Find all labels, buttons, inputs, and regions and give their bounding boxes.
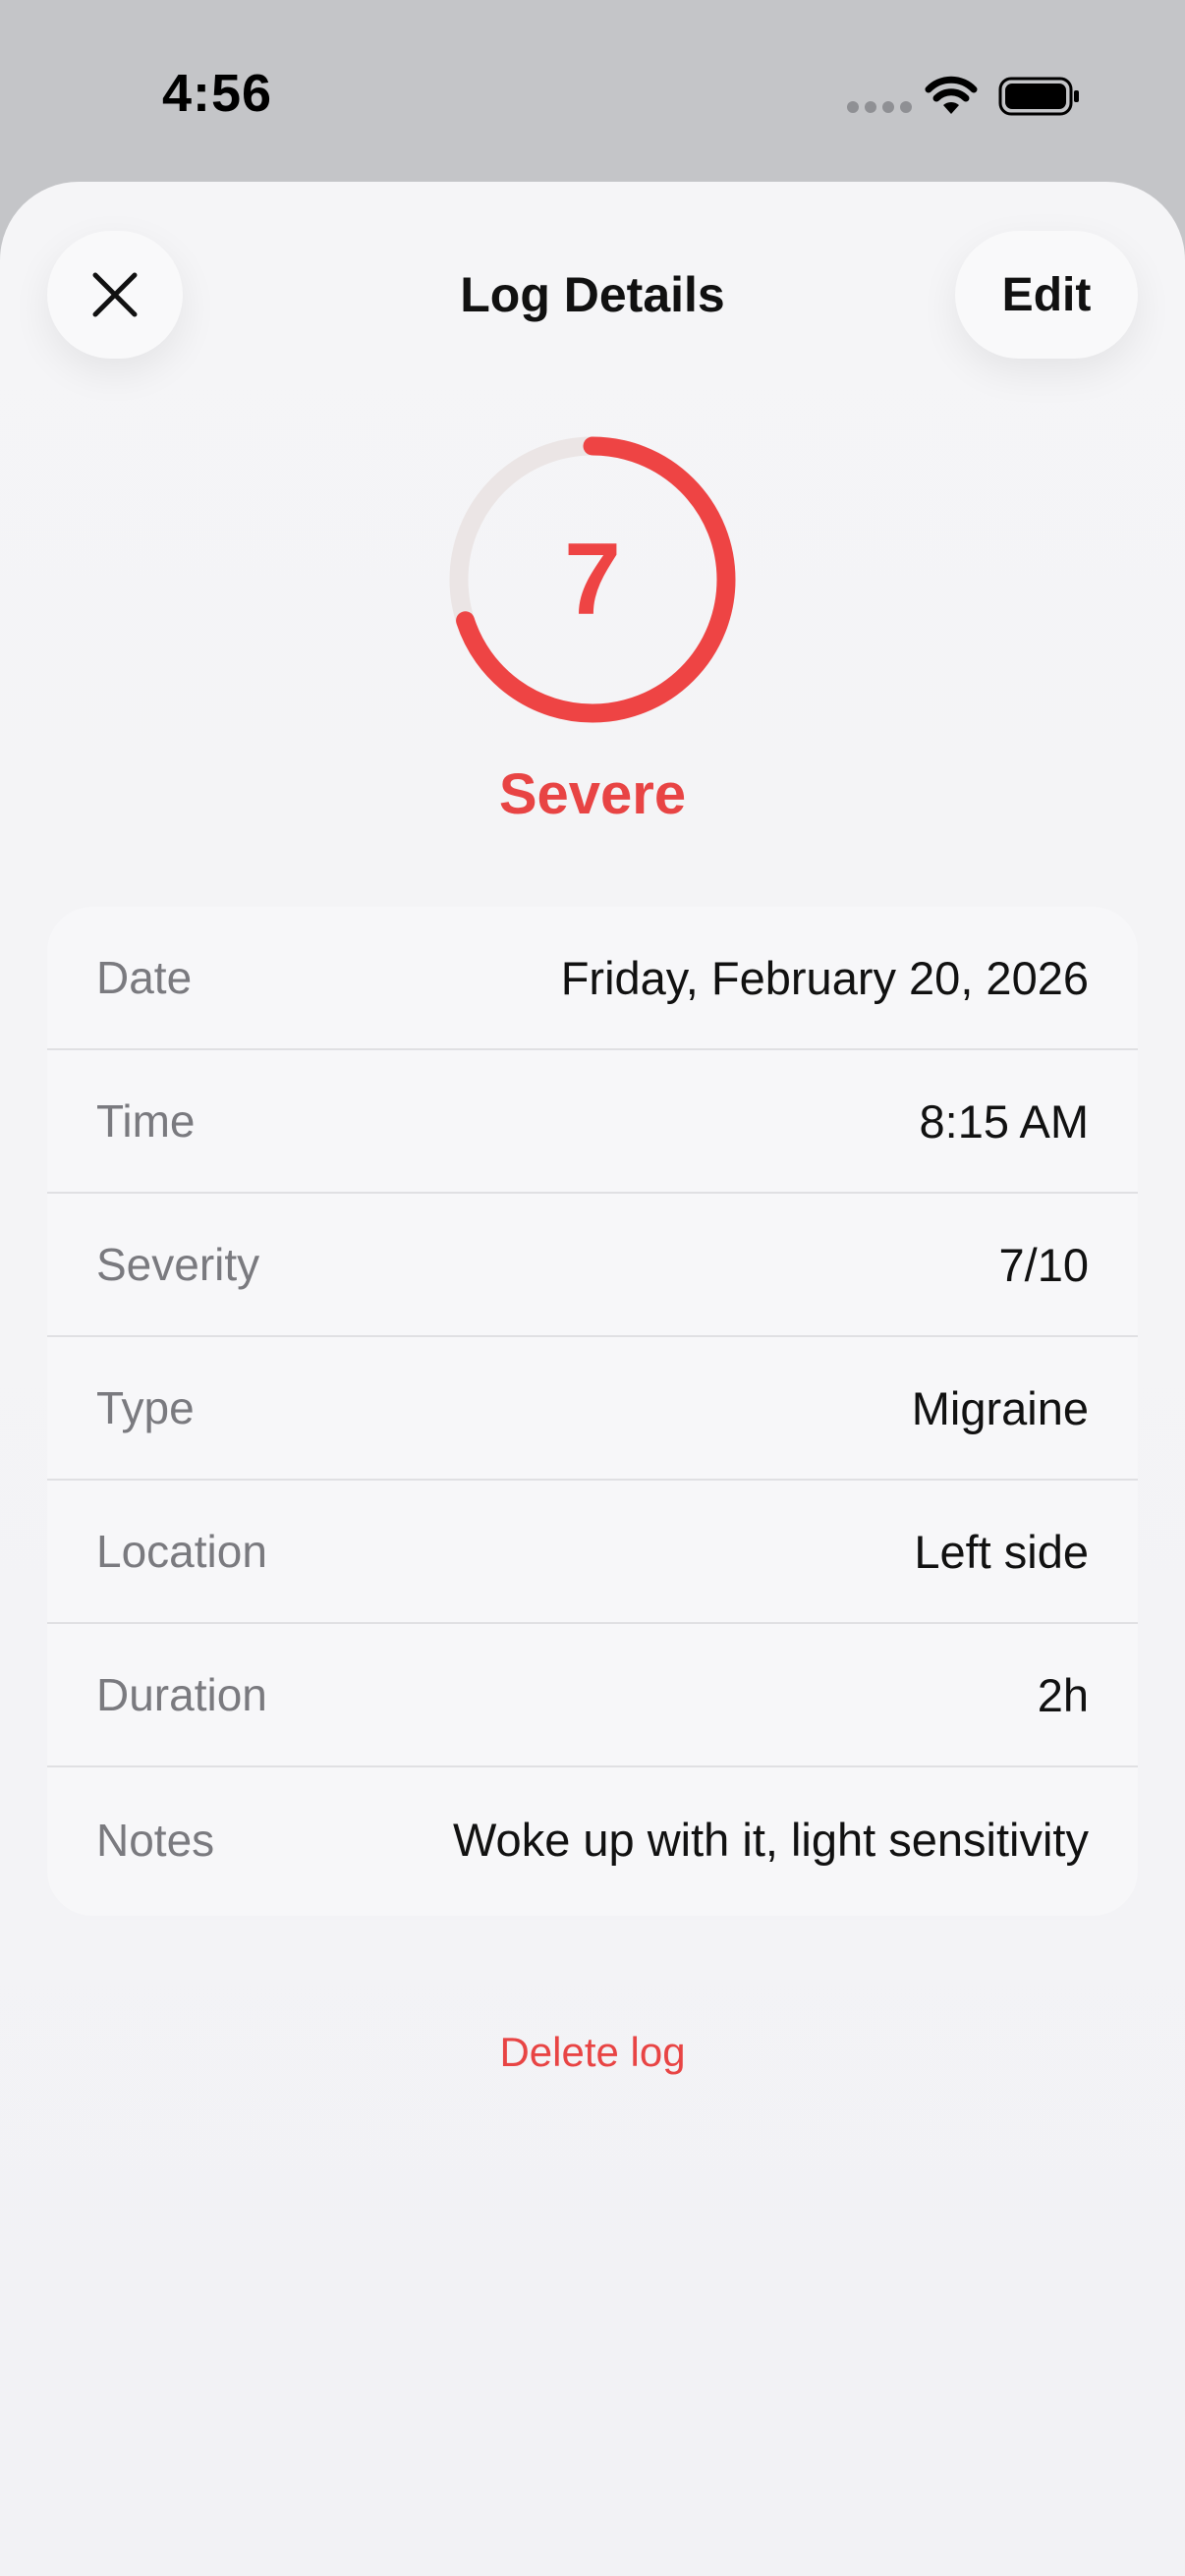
- detail-row-severity: Severity 7/10: [47, 1194, 1138, 1337]
- detail-value: Friday, February 20, 2026: [560, 951, 1089, 1004]
- delete-log-button[interactable]: Delete log: [0, 2029, 1185, 2076]
- detail-row-duration: Duration 2h: [47, 1624, 1138, 1767]
- status-bar: 4:56: [0, 0, 1185, 182]
- detail-row-type: Type Migraine: [47, 1337, 1138, 1481]
- detail-label: Severity: [96, 1239, 260, 1290]
- detail-label: Notes: [96, 1814, 215, 1866]
- severity-label: Severe: [498, 762, 687, 826]
- edit-button[interactable]: Edit: [955, 231, 1138, 359]
- details-card: Date Friday, February 20, 2026 Time 8:15…: [47, 907, 1138, 1916]
- severity-score: 7: [564, 522, 621, 637]
- battery-icon: [998, 77, 1079, 116]
- detail-label: Duration: [96, 1669, 267, 1720]
- signal-dots-icon: [847, 101, 912, 113]
- detail-label: Date: [96, 952, 193, 1003]
- detail-row-notes: Notes Woke up with it, light sensitivity: [47, 1767, 1138, 1912]
- detail-value: Migraine: [911, 1381, 1089, 1434]
- detail-label: Type: [96, 1382, 195, 1433]
- detail-label: Time: [96, 1095, 196, 1147]
- detail-row-date: Date Friday, February 20, 2026: [47, 907, 1138, 1050]
- detail-value: Woke up with it, light sensitivity: [453, 1814, 1089, 1866]
- detail-row-time: Time 8:15 AM: [47, 1050, 1138, 1194]
- detail-value: 2h: [1037, 1668, 1089, 1721]
- detail-value: Left side: [914, 1525, 1089, 1578]
- detail-label: Location: [96, 1526, 267, 1577]
- status-time: 4:56: [162, 64, 273, 123]
- wifi-icon: [925, 76, 978, 114]
- detail-value: 7/10: [998, 1238, 1089, 1291]
- detail-row-location: Location Left side: [47, 1481, 1138, 1624]
- log-details-sheet: Log Details Edit 7 Severe Date Friday, F…: [0, 182, 1185, 2576]
- detail-value: 8:15 AM: [919, 1094, 1089, 1148]
